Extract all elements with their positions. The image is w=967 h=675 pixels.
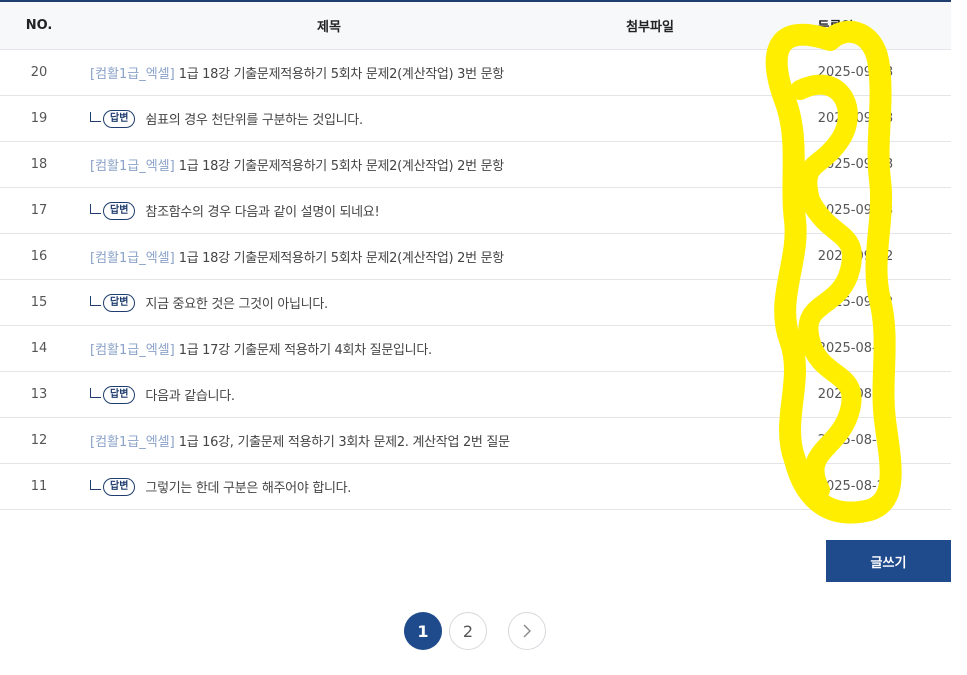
reply-badge: 답변: [103, 477, 136, 496]
row-title[interactable]: 답변 지금 중요한 것은 그것이 아닙니다.: [78, 293, 580, 312]
row-date: 2025-09-03: [817, 65, 894, 80]
pagination: 1 2: [404, 612, 546, 650]
row-number: 14: [30, 341, 48, 356]
row-title[interactable]: [컴활1급_엑셀] 1급 18강 기출문제적용하기 5회차 문제2(계산작업) 2…: [78, 247, 580, 266]
header-title: 제목: [317, 20, 341, 35]
post-subject-link[interactable]: 1급 18강 기출문제적용하기 5회차 문제2(계산작업) 2번 문항: [179, 247, 505, 266]
post-subject-link[interactable]: 1급 18강 기출문제적용하기 5회차 문제2(계산작업) 2번 문항: [179, 155, 505, 174]
page-2-button[interactable]: 2: [449, 612, 487, 650]
row-number: 16: [30, 249, 48, 264]
row-date: 2025-08-30: [817, 387, 894, 402]
row-title[interactable]: 답변 그렇기는 한데 구분은 해주어야 합니다.: [78, 477, 580, 496]
header-date: 등록일: [817, 20, 854, 35]
row-title[interactable]: [컴활1급_엑셀] 1급 18강 기출문제적용하기 5회차 문제2(계산작업) 2…: [78, 155, 580, 174]
reply-arrow-icon: [90, 387, 101, 398]
row-title[interactable]: [컴활1급_엑셀] 1급 18강 기출문제적용하기 5회차 문제2(계산작업) 3…: [78, 63, 580, 82]
reply-arrow-icon: [90, 295, 101, 306]
post-subject-link[interactable]: 지금 중요한 것은 그것이 아닙니다.: [145, 293, 328, 312]
chevron-right-icon: [523, 624, 531, 638]
reply-badge: 답변: [103, 201, 136, 220]
table-row[interactable]: 12 [컴활1급_엑셀] 1급 16강, 기출문제 적용하기 3회차 문제2. 계산…: [0, 418, 951, 464]
row-title[interactable]: [컴활1급_엑셀] 1급 16강, 기출문제 적용하기 3회차 문제2. 계산작업…: [78, 431, 580, 450]
reply-badge: 답변: [103, 293, 136, 312]
table-body: 20 [컴활1급_엑셀] 1급 18강 기출문제적용하기 5회차 문제2(계산작업)…: [0, 50, 951, 510]
post-subject-link[interactable]: 다음과 같습니다.: [145, 385, 235, 404]
table-row[interactable]: 11 답변 그렇기는 한데 구분은 해주어야 합니다. 2025-08-29: [0, 464, 951, 510]
table-row[interactable]: 17 답변 참조함수의 경우 다음과 같이 설명이 되네요! 2025-09-03: [0, 188, 951, 234]
post-subject-link[interactable]: 쉼표의 경우 천단위를 구분하는 것입니다.: [145, 109, 363, 128]
next-page-button[interactable]: [508, 612, 546, 650]
reply-arrow-icon: [90, 479, 101, 490]
page-1-button[interactable]: 1: [404, 612, 442, 650]
category-label: [컴활1급_엑셀]: [90, 343, 175, 358]
row-title[interactable]: 답변 참조함수의 경우 다음과 같이 설명이 되네요!: [78, 201, 580, 220]
category-label: [컴활1급_엑셀]: [90, 67, 175, 82]
reply-badge: 답변: [103, 109, 136, 128]
row-date: 2025-09-03: [817, 111, 894, 126]
row-number: 12: [30, 433, 48, 448]
header-file: 첨부파일: [626, 20, 674, 35]
row-date: 2025-09-03: [817, 203, 894, 218]
table-row[interactable]: 15 답변 지금 중요한 것은 그것이 아닙니다. 2025-09-02: [0, 280, 951, 326]
reply-arrow-icon: [90, 203, 101, 214]
post-subject-link[interactable]: 1급 17강 기출문제 적용하기 4회차 질문입니다.: [179, 339, 432, 358]
category-label: [컴활1급_엑셀]: [90, 435, 175, 450]
row-number: 20: [30, 65, 48, 80]
post-subject-link[interactable]: 그렇기는 한데 구분은 해주어야 합니다.: [145, 477, 351, 496]
post-subject-link[interactable]: 1급 18강 기출문제적용하기 5회차 문제2(계산작업) 3번 문항: [179, 63, 505, 82]
row-date: 2025-09-03: [817, 157, 894, 172]
table-row[interactable]: 14 [컴활1급_엑셀] 1급 17강 기출문제 적용하기 4회차 질문입니다. 20…: [0, 326, 951, 372]
table-row[interactable]: 19 답변 쉼표의 경우 천단위를 구분하는 것입니다. 2025-09-03: [0, 96, 951, 142]
table-row[interactable]: 20 [컴활1급_엑셀] 1급 18강 기출문제적용하기 5회차 문제2(계산작업)…: [0, 50, 951, 96]
write-button[interactable]: 글쓰기: [826, 540, 951, 582]
table-row[interactable]: 16 [컴활1급_엑셀] 1급 18강 기출문제적용하기 5회차 문제2(계산작업)…: [0, 234, 951, 280]
table-row[interactable]: 13 답변 다음과 같습니다. 2025-08-30: [0, 372, 951, 418]
board-list: NO. 제목 첨부파일 등록일 20 [컴활1급_엑셀] 1급 18강 기출문제적용…: [0, 0, 951, 510]
row-number: 18: [30, 157, 48, 172]
post-subject-link[interactable]: 참조함수의 경우 다음과 같이 설명이 되네요!: [145, 201, 379, 220]
category-label: [컴활1급_엑셀]: [90, 251, 175, 266]
row-number: 11: [30, 479, 48, 494]
row-title[interactable]: 답변 쉼표의 경우 천단위를 구분하는 것입니다.: [78, 109, 580, 128]
category-label: [컴활1급_엑셀]: [90, 159, 175, 174]
reply-badge: 답변: [103, 385, 136, 404]
row-date: 2025-09-02: [817, 249, 894, 264]
row-title[interactable]: 답변 다음과 같습니다.: [78, 385, 580, 404]
row-number: 17: [30, 203, 48, 218]
row-date: 2025-08-29: [817, 479, 894, 494]
header-no: NO.: [25, 18, 53, 33]
row-number: 13: [30, 387, 48, 402]
row-date: 2025-08-30: [817, 341, 894, 356]
reply-arrow-icon: [90, 111, 101, 122]
row-title[interactable]: [컴활1급_엑셀] 1급 17강 기출문제 적용하기 4회차 질문입니다.: [78, 339, 580, 358]
post-subject-link[interactable]: 1급 16강, 기출문제 적용하기 3회차 문제2. 계산작업 2번 질문: [179, 431, 510, 450]
row-number: 15: [30, 295, 48, 310]
row-date: 2025-09-02: [817, 295, 894, 310]
table-row[interactable]: 18 [컴활1급_엑셀] 1급 18강 기출문제적용하기 5회차 문제2(계산작업)…: [0, 142, 951, 188]
row-number: 19: [30, 111, 48, 126]
table-header: NO. 제목 첨부파일 등록일: [0, 2, 951, 50]
row-date: 2025-08-29: [817, 433, 894, 448]
